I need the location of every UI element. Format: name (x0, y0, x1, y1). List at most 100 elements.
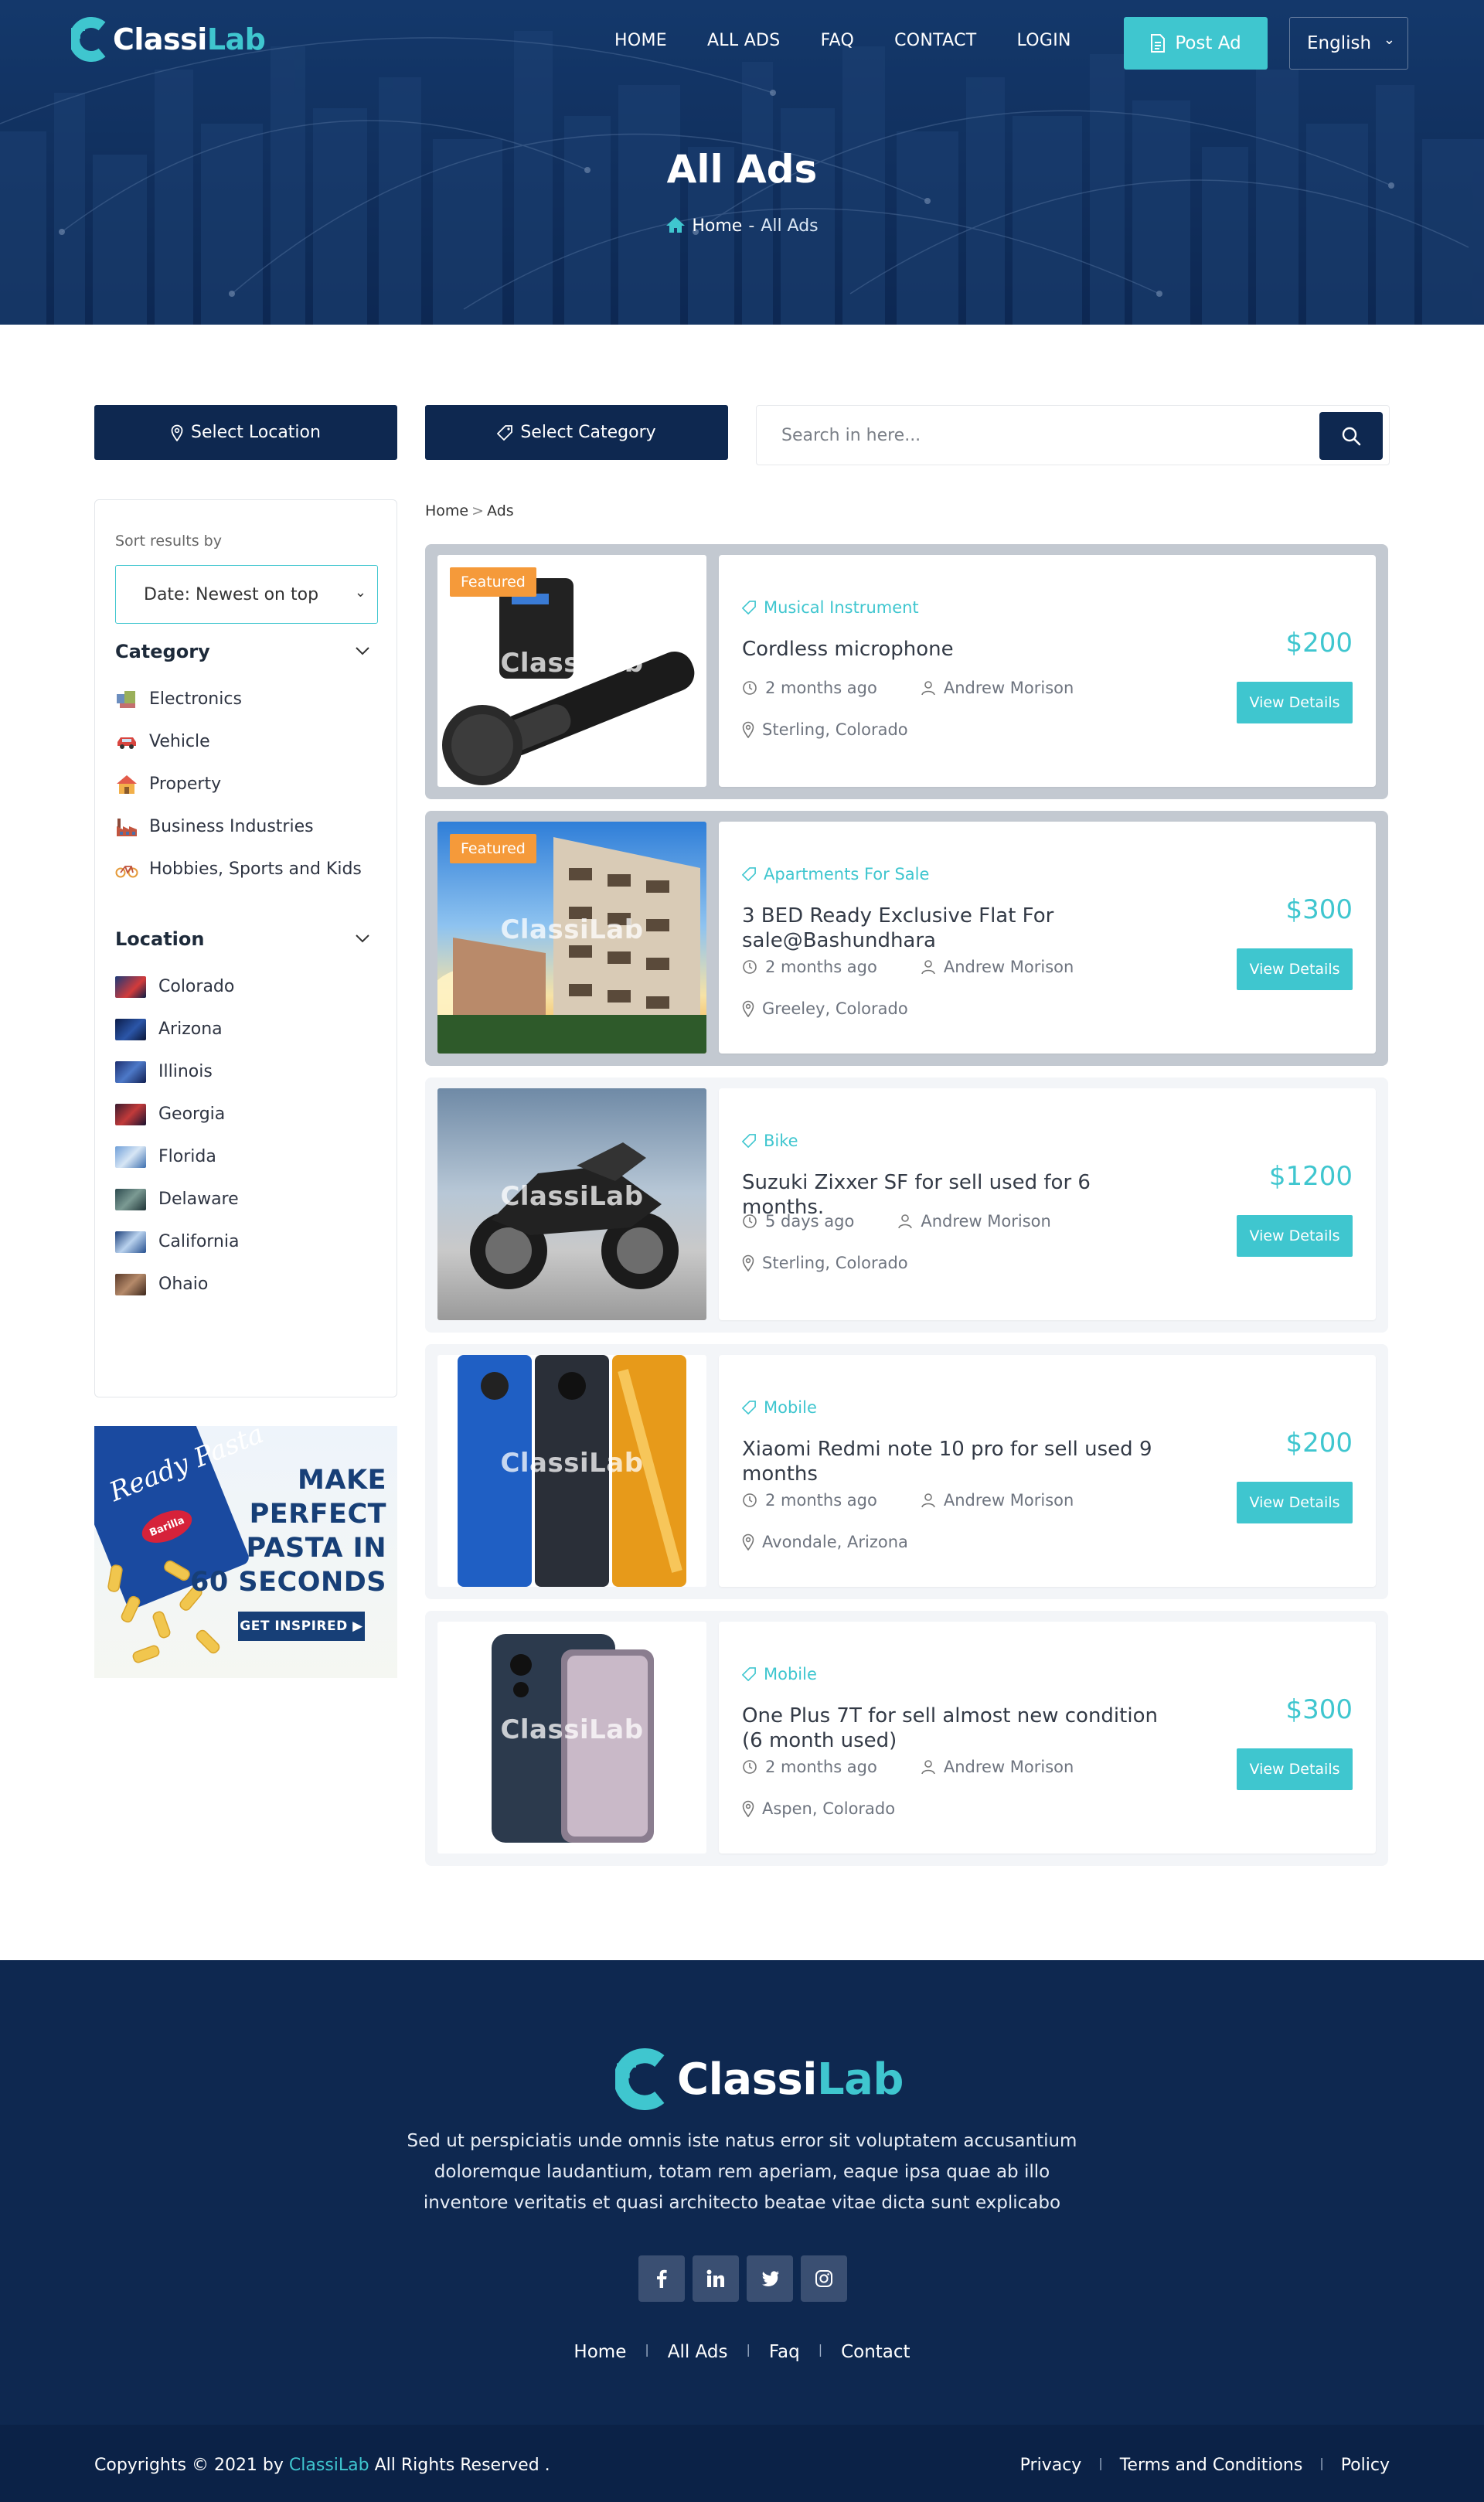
list-breadcrumb-current: Ads (487, 502, 514, 519)
ad-category-label: Mobile (764, 1665, 817, 1683)
location-item-california[interactable]: California (115, 1220, 239, 1263)
ad-title[interactable]: Xiaomi Redmi note 10 pro for sell used 9… (742, 1437, 1175, 1486)
location-item-delaware[interactable]: Delaware (115, 1178, 239, 1220)
view-details-button[interactable]: View Details (1237, 1482, 1353, 1523)
promo-cta-button[interactable]: GET INSPIRED ▶ (238, 1612, 365, 1641)
chevron-down-icon (356, 934, 369, 943)
category-item-label: Property (149, 774, 222, 794)
ad-image: ClassiLab (437, 1355, 706, 1587)
post-ad-label: Post Ad (1175, 33, 1241, 53)
location-item-illinois[interactable]: Illinois (115, 1050, 239, 1093)
ad-title[interactable]: One Plus 7T for sell almost new conditio… (742, 1704, 1175, 1753)
footer-link-home[interactable]: Home (574, 2342, 626, 2362)
promo-headline-line: MAKE (298, 1465, 386, 1496)
hero-banner: ClassiLab HOME ALL ADS FAQ CONTACT LOGIN… (0, 0, 1484, 325)
ad-category[interactable]: Mobile (742, 1665, 817, 1683)
location-item-label: Colorado (158, 977, 235, 996)
nav-contact[interactable]: CONTACT (894, 31, 976, 50)
linkedin-icon[interactable] (693, 2255, 739, 2302)
nav-all-ads[interactable]: ALL ADS (707, 31, 781, 50)
ad-category[interactable]: Musical Instrument (742, 598, 919, 617)
electronics-icon (117, 690, 135, 708)
featured-badge: Featured (450, 567, 536, 597)
user-icon (921, 1760, 935, 1775)
category-item-hobbies[interactable]: Hobbies, Sports and Kids (115, 848, 362, 890)
category-item-business[interactable]: Business Industries (115, 805, 362, 848)
location-item-label: Florida (158, 1147, 216, 1166)
ad-meta: 2 months ago Andrew Morison (742, 1758, 1074, 1776)
ad-card[interactable]: ClassiLab Featured Musical Instrument Co… (425, 544, 1388, 799)
category-item-label: Business Industries (149, 817, 314, 836)
location-item-colorado[interactable]: Colorado (115, 965, 239, 1008)
ad-category[interactable]: Bike (742, 1132, 798, 1150)
select-category-button[interactable]: Select Category (425, 405, 728, 460)
footer-logo[interactable]: ClassiLab (615, 2048, 904, 2110)
ad-image: ClassiLab (437, 1622, 706, 1854)
nav-home[interactable]: HOME (614, 31, 667, 50)
ad-meta: 2 months ago Andrew Morison (742, 958, 1074, 976)
legal-link-privacy[interactable]: Privacy (1020, 2456, 1082, 2475)
chevron-down-icon (356, 647, 369, 655)
view-details-button[interactable]: View Details (1237, 948, 1353, 990)
category-item-electronics[interactable]: Electronics (115, 678, 362, 720)
location-item-georgia[interactable]: Georgia (115, 1093, 239, 1135)
site-logo[interactable]: ClassiLab (71, 17, 266, 62)
promo-banner[interactable]: Ready Pasta Barilla MAKE PERFECT PASTA I… (94, 1426, 397, 1678)
footer-link-contact[interactable]: Contact (841, 2342, 910, 2362)
copyright-brand-link[interactable]: ClassiLab (289, 2456, 369, 2475)
language-value: English (1307, 33, 1372, 53)
nav-faq[interactable]: FAQ (821, 31, 855, 50)
location-thumbnail (115, 1273, 146, 1295)
logo-mark-icon (71, 17, 106, 62)
ad-card[interactable]: ClassiLab Bike Suzuki Zixxer SF for sell… (425, 1077, 1388, 1333)
search-box (756, 405, 1390, 465)
ad-image: ClassiLab Featured (437, 555, 706, 787)
location-item-florida[interactable]: Florida (115, 1135, 239, 1178)
instagram-icon[interactable] (801, 2255, 847, 2302)
ad-card[interactable]: ClassiLab Mobile Xiaomi Redmi note 10 pr… (425, 1344, 1388, 1599)
legal-link-terms[interactable]: Terms and Conditions (1120, 2456, 1303, 2475)
select-location-button[interactable]: Select Location (94, 405, 397, 460)
twitter-icon[interactable] (747, 2255, 793, 2302)
location-item-arizona[interactable]: Arizona (115, 1008, 239, 1050)
ad-title[interactable]: Cordless microphone (742, 637, 1175, 662)
select-location-label: Select Location (191, 423, 321, 442)
map-pin-icon (742, 1800, 754, 1817)
ad-card[interactable]: ClassiLab Featured Apartments For Sale 3… (425, 811, 1388, 1066)
footer-description: Sed ut perspiciatis unde omnis iste natu… (407, 2131, 1077, 2213)
ad-card[interactable]: ClassiLab Mobile One Plus 7T for sell al… (425, 1611, 1388, 1866)
footer-link-faq[interactable]: Faq (769, 2342, 800, 2362)
nav-login[interactable]: LOGIN (1017, 31, 1071, 50)
footer-link-all-ads[interactable]: All Ads (668, 2342, 728, 2362)
language-select[interactable]: English ⌄ (1289, 17, 1408, 70)
ad-title[interactable]: 3 BED Ready Exclusive Flat For sale@Bash… (742, 904, 1175, 953)
search-button[interactable] (1319, 412, 1383, 460)
tag-icon (742, 1401, 756, 1414)
view-details-button[interactable]: View Details (1237, 682, 1353, 723)
location-item-ohaio[interactable]: Ohaio (115, 1263, 239, 1305)
ad-category[interactable]: Apartments For Sale (742, 865, 929, 883)
location-heading[interactable]: Location (115, 928, 378, 950)
logo-text-part1: Classi (113, 22, 207, 56)
search-input[interactable] (771, 410, 1304, 461)
view-details-button[interactable]: View Details (1237, 1215, 1353, 1257)
ad-body: Mobile Xiaomi Redmi note 10 pro for sell… (719, 1355, 1376, 1587)
category-heading[interactable]: Category (115, 641, 378, 662)
ad-image: ClassiLab (437, 1088, 706, 1320)
ad-category[interactable]: Mobile (742, 1398, 817, 1417)
list-breadcrumb-home[interactable]: Home (425, 502, 468, 519)
category-item-property[interactable]: Property (115, 763, 362, 805)
ad-price: $300 (1285, 1694, 1353, 1725)
facebook-icon[interactable] (638, 2255, 685, 2302)
sort-select[interactable]: Date: Newest on top ⌄ (115, 565, 378, 624)
clock-icon (743, 1493, 757, 1507)
ad-location: Greeley, Colorado (742, 999, 908, 1018)
category-item-vehicle[interactable]: Vehicle (115, 720, 362, 763)
post-ad-button[interactable]: Post Ad (1124, 17, 1268, 70)
legal-links: Privacy | Terms and Conditions | Policy (1019, 2456, 1390, 2475)
breadcrumb: Home - All Ads (0, 216, 1484, 236)
legal-link-policy[interactable]: Policy (1341, 2456, 1390, 2475)
view-details-button[interactable]: View Details (1237, 1748, 1353, 1790)
location-thumbnail (115, 1231, 146, 1253)
breadcrumb-home-link[interactable]: Home (692, 216, 742, 236)
